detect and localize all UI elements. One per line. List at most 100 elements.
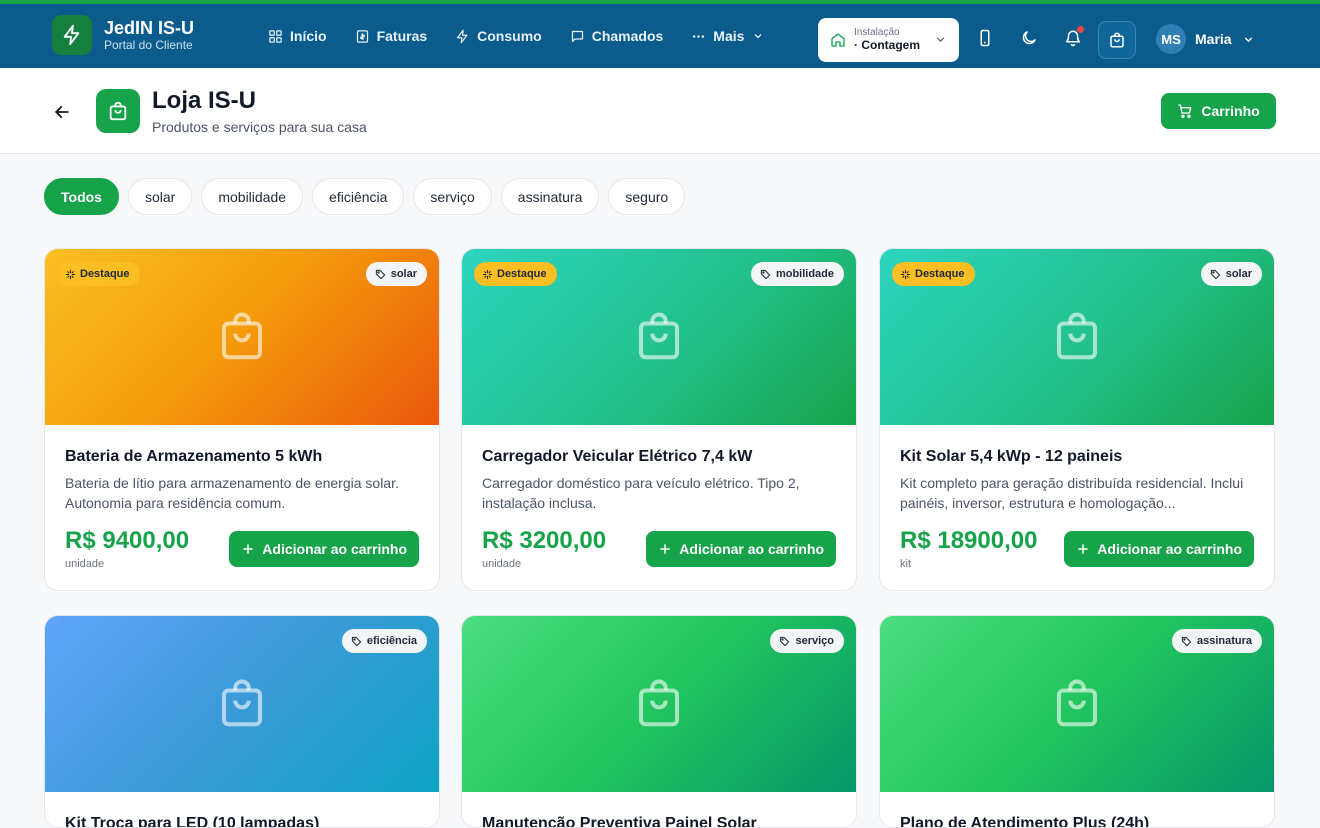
main-nav: Início Faturas Consumo Chamados Mais	[268, 24, 792, 48]
tag-icon	[1210, 269, 1220, 279]
add-to-cart-button[interactable]: Adicionar ao carrinho	[1064, 530, 1254, 567]
installation-label: Instalação	[854, 27, 900, 38]
moon-icon	[1022, 31, 1036, 45]
nav-item-consumo[interactable]: Consumo	[455, 24, 542, 48]
category-badge: assinatura	[1171, 629, 1262, 653]
product-title: Carregador Veicular Elétrico 7,4 kW	[482, 448, 753, 465]
user-name: Maria	[1195, 31, 1232, 47]
product-image: Destaque solar	[880, 249, 1274, 425]
product-image: serviço	[462, 616, 856, 792]
category-badge: solar	[1200, 262, 1262, 286]
theme-toggle-button[interactable]	[1013, 22, 1045, 54]
cart-top-button[interactable]	[1098, 21, 1136, 59]
product-card: Destaque solar Bateria de Armazenamento …	[44, 248, 440, 591]
filter-chip-mobilidade[interactable]: mobilidade	[201, 178, 304, 215]
shopping-bag-icon	[638, 679, 680, 727]
featured-badge: Destaque	[474, 262, 557, 286]
user-menu[interactable]: MS Maria	[1156, 24, 1255, 54]
product-price: R$ 3200,00	[482, 527, 607, 554]
tag-icon	[780, 636, 790, 646]
product-card: Destaque mobilidade Carregador Veicular …	[461, 248, 857, 591]
shopping-bag-icon	[221, 679, 263, 727]
filter-chip-solar[interactable]: solar	[127, 178, 193, 215]
brand-subtitle: Portal do Cliente	[104, 38, 193, 52]
featured-label: Destaque	[80, 268, 130, 280]
filter-chip-eficiencia[interactable]: eficiência	[312, 178, 405, 215]
chat-icon	[571, 30, 583, 42]
page-title: Loja IS-U	[152, 87, 257, 114]
shopping-bag-icon	[638, 312, 680, 360]
mobile-icon	[980, 29, 990, 47]
filter-chip-seguro[interactable]: seguro	[608, 178, 686, 215]
filter-chip-todos[interactable]: Todos	[44, 178, 119, 215]
product-image: eficiência	[45, 616, 439, 792]
shopping-bag-icon	[221, 312, 263, 360]
bolt-logo-icon	[52, 15, 92, 55]
nav-item-faturas[interactable]: Faturas	[355, 24, 428, 48]
product-title: Bateria de Armazenamento 5 kWh	[65, 448, 323, 465]
featured-label: Destaque	[497, 268, 547, 280]
product-description: Bateria de lítio para armazenamento de e…	[65, 475, 399, 511]
shopping-bag-icon	[1056, 679, 1098, 727]
add-to-cart-label: Adicionar ao carrinho	[262, 540, 407, 557]
back-button[interactable]	[50, 100, 74, 124]
shopping-bag-icon	[1056, 312, 1098, 360]
sparkle-icon	[482, 269, 493, 279]
cart-button[interactable]: Carrinho	[1161, 93, 1276, 129]
category-filters: Todos solar mobilidade eficiência serviç…	[44, 178, 694, 215]
category-badge: mobilidade	[750, 262, 844, 286]
nav-item-chamados[interactable]: Chamados	[570, 24, 664, 48]
add-to-cart-button[interactable]: Adicionar ao carrinho	[646, 530, 836, 567]
featured-badge: Destaque	[892, 262, 975, 286]
product-title: Kit Solar 5,4 kWp - 12 paineis	[900, 448, 1123, 465]
notification-dot	[1076, 25, 1085, 34]
tag-icon	[375, 269, 385, 279]
cart-button-label: Carrinho	[1201, 103, 1260, 119]
product-description: Kit completo para geração distribuída re…	[900, 475, 1244, 511]
installation-value: · Contagem	[854, 38, 920, 52]
featured-badge: Destaque	[57, 262, 140, 286]
category-label: solar	[390, 268, 417, 280]
nav-item-mais[interactable]: Mais	[691, 24, 764, 48]
filter-chip-assinatura[interactable]: assinatura	[500, 178, 600, 215]
product-card: assinatura Plano de Atendimento Plus (24…	[879, 615, 1275, 828]
category-label: serviço	[795, 635, 834, 647]
notifications-button[interactable]	[1057, 22, 1089, 54]
nav-label: Mais	[713, 28, 745, 44]
avatar: MS	[1156, 24, 1186, 54]
filter-chip-servico[interactable]: serviço	[413, 178, 492, 215]
sparkle-icon	[900, 269, 911, 279]
category-label: eficiência	[366, 635, 417, 647]
plus-icon	[243, 543, 254, 554]
featured-label: Destaque	[915, 268, 965, 280]
product-card: Destaque solar Kit Solar 5,4 kWp - 12 pa…	[879, 248, 1275, 591]
mobile-button[interactable]	[969, 22, 1001, 54]
nav-label: Consumo	[477, 28, 542, 44]
brand[interactable]: JedIN IS-U Portal do Cliente	[52, 15, 194, 55]
nav-item-inicio[interactable]: Início	[268, 24, 327, 48]
category-label: mobilidade	[775, 268, 834, 280]
invoice-icon	[356, 29, 368, 43]
tag-icon	[760, 269, 771, 279]
nav-label: Chamados	[591, 28, 664, 44]
product-description: Carregador doméstico para veículo elétri…	[482, 475, 800, 511]
page-subtitle: Produtos e serviços para sua casa	[152, 119, 367, 135]
bolt-icon	[457, 29, 468, 43]
add-to-cart-label: Adicionar ao carrinho	[1097, 540, 1242, 557]
product-image: Destaque solar	[45, 249, 439, 425]
nav-label: Faturas	[376, 28, 428, 44]
chevron-down-icon	[1244, 36, 1252, 42]
plus-icon	[1078, 543, 1089, 554]
product-card: eficiência Kit Troca para LED (10 lampad…	[44, 615, 440, 828]
add-to-cart-button[interactable]: Adicionar ao carrinho	[229, 530, 419, 567]
category-badge: serviço	[770, 629, 844, 653]
installation-selector[interactable]: Instalação · Contagem	[818, 18, 959, 62]
nav-label: Início	[290, 28, 327, 44]
tag-icon	[351, 636, 361, 646]
plus-icon	[660, 543, 671, 554]
more-icon	[693, 34, 705, 38]
arrow-left-icon	[54, 106, 69, 118]
category-label: solar	[1225, 268, 1252, 280]
product-unit: unidade	[482, 558, 522, 570]
product-image: Destaque mobilidade	[462, 249, 856, 425]
